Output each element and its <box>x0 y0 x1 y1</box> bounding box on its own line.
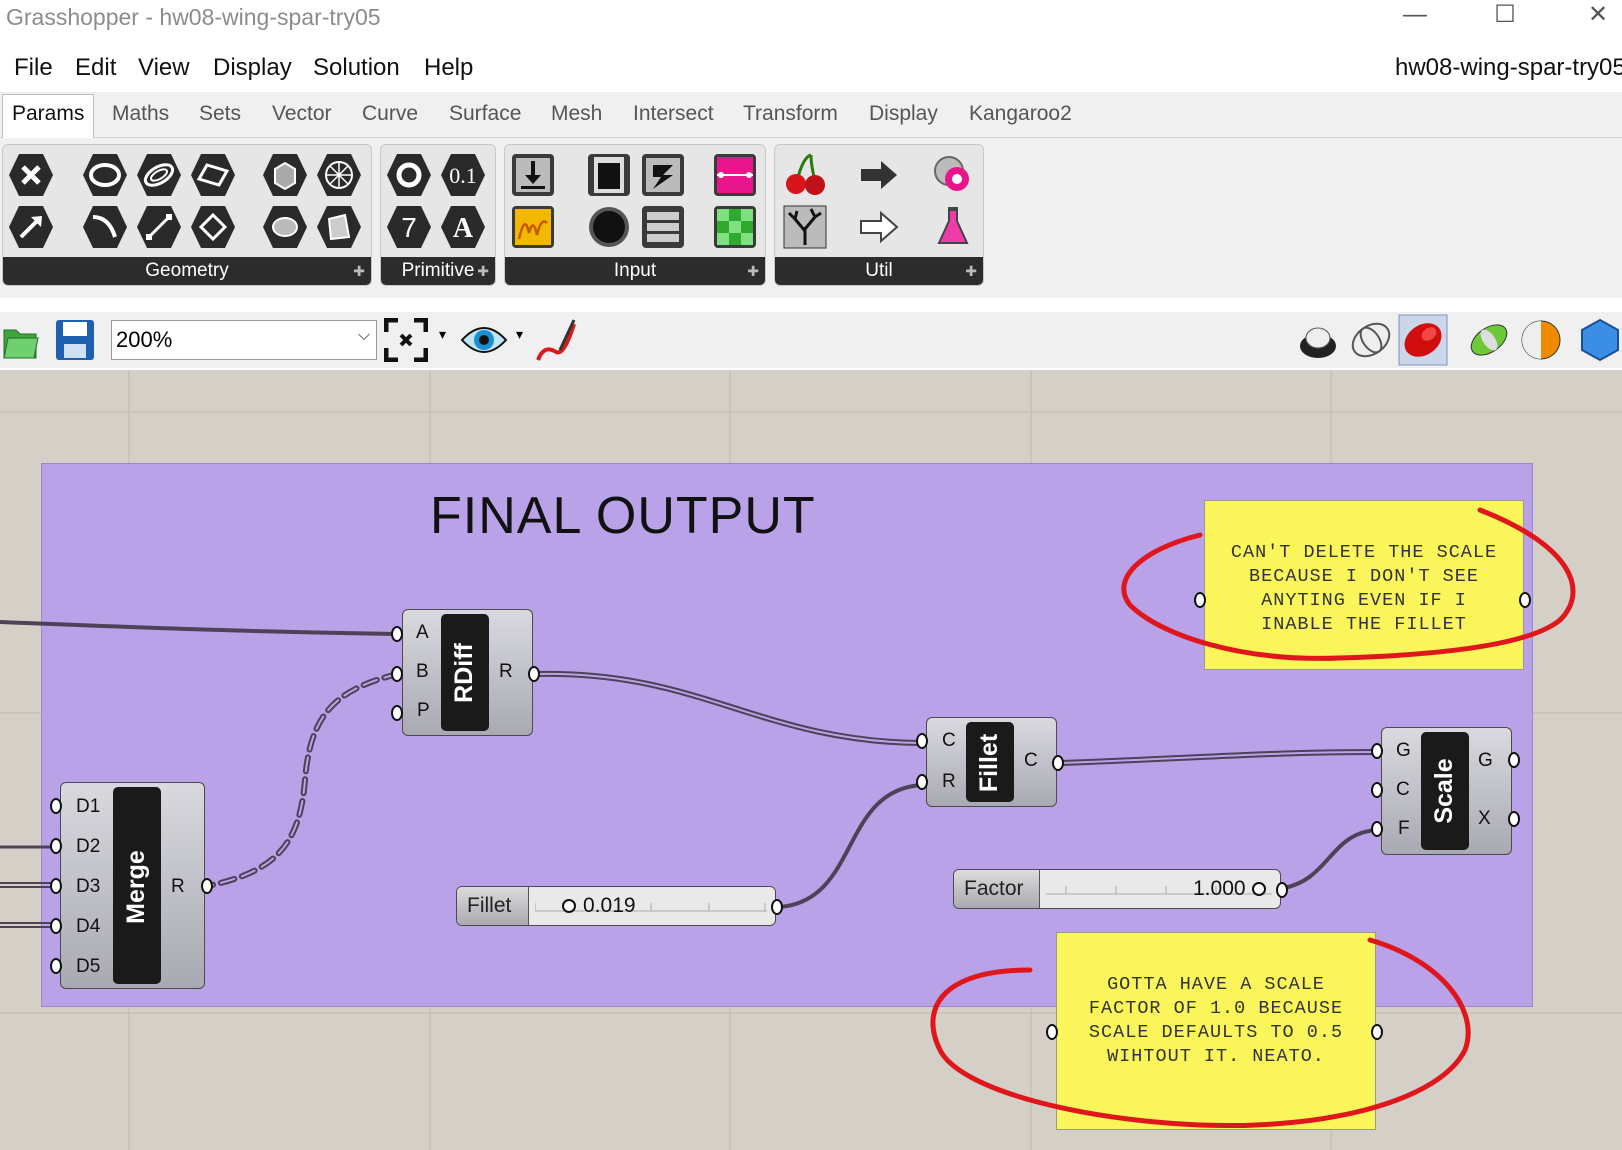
canvas-toolbar: 200% ⌵ ▾ ▾ <box>0 312 1622 368</box>
panel-icon[interactable] <box>639 151 687 199</box>
document-name: hw08-wing-spar-try05 <box>1395 54 1622 81</box>
tab-params[interactable]: Params <box>2 94 95 138</box>
colour-swatch-icon[interactable] <box>711 203 759 251</box>
point-icon[interactable] <box>7 151 55 199</box>
plane-icon[interactable] <box>189 203 237 251</box>
grasshopper-canvas[interactable]: FINAL OUTPUT A B P RDiff R D1 D2 D3 D4 D… <box>0 370 1622 1150</box>
red-circle-annotation-2 <box>930 937 1471 1129</box>
value-list-icon[interactable] <box>639 203 687 251</box>
component-tab-bar: Params Maths Sets Vector Curve Surface M… <box>0 92 1622 138</box>
mesh-icon[interactable] <box>315 151 363 199</box>
brep-icon[interactable] <box>261 203 309 251</box>
document-preview-icon[interactable] <box>1466 316 1512 364</box>
box-icon[interactable] <box>261 151 309 199</box>
input-panel: Input ✚ <box>504 144 766 286</box>
relay-icon[interactable] <box>855 151 903 199</box>
zoom-extents-dropdown[interactable]: ▾ <box>439 326 446 343</box>
cluster-icon[interactable] <box>929 151 977 199</box>
toggle-icon[interactable] <box>585 151 633 199</box>
primitive-panel: 0.1 7 A Primitive ✚ <box>380 144 496 286</box>
vector-icon[interactable] <box>7 203 55 251</box>
menu-help[interactable]: Help <box>424 54 473 82</box>
cherry-icon[interactable] <box>781 151 829 199</box>
tab-intersect[interactable]: Intersect <box>633 102 714 126</box>
tab-kangaroo2[interactable]: Kangaroo2 <box>969 102 1072 126</box>
title-bar: Grasshopper - hw08-wing-spar-try05 — ☐ ✕ <box>0 0 1622 40</box>
menu-bar: File Edit View Display Solution Help hw0… <box>0 44 1622 88</box>
boolean-icon[interactable] <box>385 151 433 199</box>
button-icon[interactable] <box>585 203 633 251</box>
arrow-out-icon[interactable] <box>855 203 903 251</box>
preview-eye-icon[interactable] <box>460 322 508 358</box>
menu-solution[interactable]: Solution <box>313 54 400 82</box>
menu-view[interactable]: View <box>138 54 190 82</box>
save-file-icon[interactable] <box>54 318 96 362</box>
tree-icon[interactable] <box>781 203 829 251</box>
geometry-panel-label[interactable]: Geometry ✚ <box>3 257 371 285</box>
text-icon[interactable]: A <box>439 203 487 251</box>
integer-icon[interactable]: 7 <box>385 203 433 251</box>
menu-file[interactable]: File <box>14 54 53 82</box>
window-title: Grasshopper - hw08-wing-spar-try05 <box>6 4 381 30</box>
open-file-icon[interactable] <box>2 320 40 360</box>
input-panel-label[interactable]: Input ✚ <box>505 257 765 285</box>
gradient-icon[interactable] <box>711 151 759 199</box>
preview-selected-icon[interactable] <box>1398 314 1448 366</box>
zoom-extents-icon[interactable] <box>384 318 428 362</box>
tab-surface[interactable]: Surface <box>449 102 521 126</box>
grasshopper-window: Grasshopper - hw08-wing-spar-try05 — ☐ ✕… <box>0 0 1622 1150</box>
svg-text:0.1: 0.1 <box>449 163 477 188</box>
tab-vector[interactable]: Vector <box>272 102 332 126</box>
circle-icon[interactable] <box>81 151 129 199</box>
menu-edit[interactable]: Edit <box>75 54 116 82</box>
red-circle-annotation-1 <box>1121 507 1576 661</box>
util-panel-label[interactable]: Util ✚ <box>775 257 983 285</box>
data-input-icon[interactable] <box>509 151 557 199</box>
surface-icon[interactable] <box>315 203 363 251</box>
preview-dropdown[interactable]: ▾ <box>516 326 523 343</box>
close-button[interactable]: ✕ <box>1568 0 1622 36</box>
svg-text:A: A <box>453 213 474 244</box>
primitive-panel-label[interactable]: Primitive ✚ <box>381 257 495 285</box>
tab-mesh[interactable]: Mesh <box>551 102 602 126</box>
tab-display[interactable]: Display <box>869 102 938 126</box>
preview-mesh-icon[interactable] <box>1578 318 1622 362</box>
tab-maths[interactable]: Maths <box>112 102 169 126</box>
preview-shaded-icon[interactable] <box>1348 316 1394 364</box>
svg-text:7: 7 <box>401 212 417 243</box>
zoom-select[interactable]: 200% ⌵ <box>111 320 377 360</box>
number-icon[interactable]: 0.1 <box>439 151 487 199</box>
rectangle-icon[interactable] <box>189 151 237 199</box>
maximize-button[interactable]: ☐ <box>1475 0 1535 36</box>
line-icon[interactable] <box>135 203 183 251</box>
preview-colour-icon[interactable] <box>1518 316 1564 364</box>
arc-icon[interactable] <box>81 203 129 251</box>
flask-icon[interactable] <box>929 203 977 251</box>
circular-arc-icon[interactable] <box>135 151 183 199</box>
tab-curve[interactable]: Curve <box>362 102 418 126</box>
preview-wire-icon[interactable] <box>1296 316 1340 364</box>
geometry-panel: Geometry ✚ <box>2 144 372 286</box>
graph-mapper-icon[interactable] <box>509 203 557 251</box>
minimize-button[interactable]: — <box>1385 0 1445 36</box>
menu-display[interactable]: Display <box>213 54 292 82</box>
tab-transform[interactable]: Transform <box>743 102 838 126</box>
ribbon: Geometry ✚ 0.1 7 A Primitive ✚ Input ✚ U… <box>0 138 1622 298</box>
red-annotations <box>930 507 1576 1129</box>
util-panel: Util ✚ <box>774 144 984 286</box>
tab-sets[interactable]: Sets <box>199 102 241 126</box>
sketch-pen-icon[interactable] <box>534 316 578 364</box>
